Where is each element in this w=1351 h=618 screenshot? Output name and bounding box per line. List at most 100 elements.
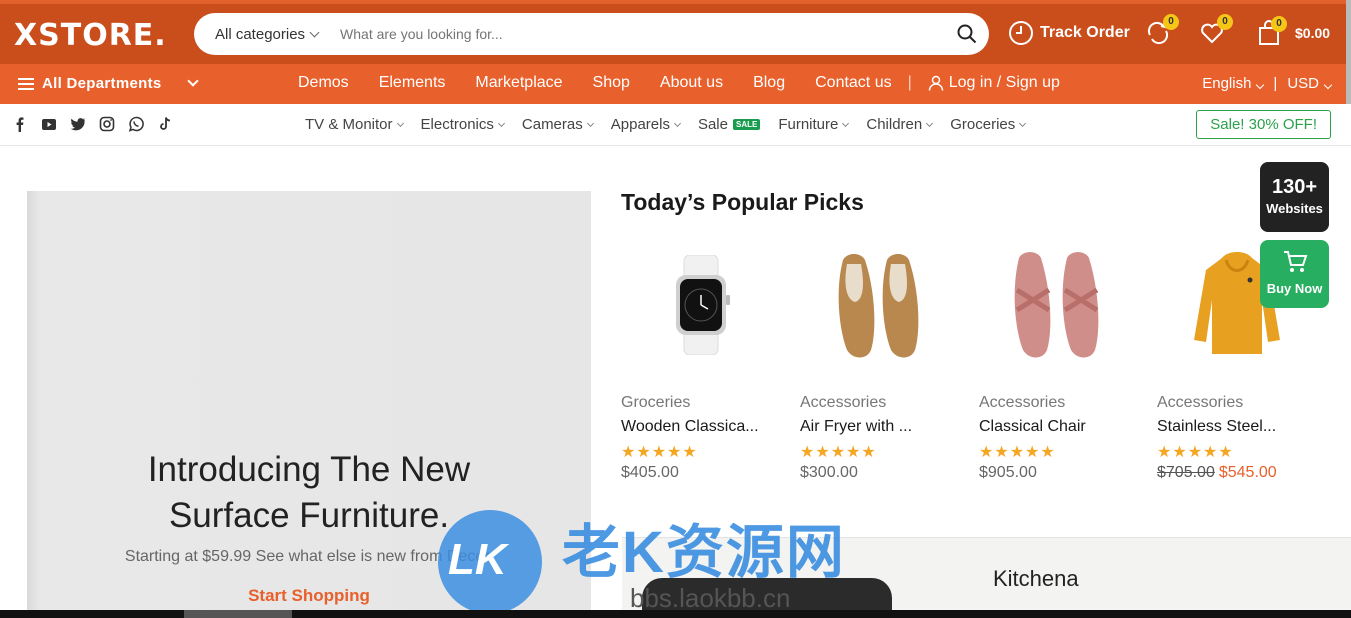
login-label: Log in / Sign up [948,74,1060,91]
social-links [12,116,173,132]
cart-count-badge: 0 [1271,16,1287,32]
nav-divider: | [907,74,912,91]
sale-price: $545.00 [1218,464,1277,481]
sale-promo-button[interactable]: Sale! 30% OFF! [1196,110,1331,139]
star-rating: ★★★★★ [800,444,877,461]
old-price: $705.00 [1157,464,1215,481]
product-image-shoes[interactable] [800,240,960,370]
chevron-down-icon[interactable] [187,75,199,87]
product-card[interactable]: Groceries Wooden Classica... ★★★★★ $405.… [621,240,781,482]
nav-item-demos[interactable]: Demos [298,74,349,92]
cart-total: $0.00 [1295,25,1331,41]
kitchen-banner-title: Kitchena [993,566,1079,591]
locale-divider: | [1273,75,1278,92]
websites-count: 130+ [1271,176,1318,198]
site-logo[interactable]: XSTORE. [14,18,167,53]
kitchen-banner[interactable]: Kitchena [622,537,1351,618]
category-cameras[interactable]: Cameras [521,116,594,133]
sale-badge: SALE [732,119,761,130]
product-name[interactable]: Stainless Steel... [1157,418,1317,436]
category-label: Groceries [950,116,1016,133]
nav-item-shop[interactable]: Shop [593,74,630,92]
chevron-down-icon [309,27,320,37]
category-apparels[interactable]: Apparels [610,116,681,133]
scrollbar[interactable] [1346,0,1351,104]
main-navigation: All Departments Demos Elements Marketpla… [0,64,1351,104]
star-rating: ★★★★★ [621,444,698,461]
nav-item-blog[interactable]: Blog [753,74,785,92]
nav-item-about-us[interactable]: About us [660,74,723,92]
websites-badge[interactable]: 130+ Websites [1260,162,1329,232]
search-category-select[interactable]: All categories [215,25,320,43]
category-groceries[interactable]: Groceries [950,116,1027,133]
product-image-watch[interactable] [621,240,781,370]
hero-title-line1: Introducing The New [147,450,471,489]
top-header: XSTORE. All categories Track Order 0 0 0… [0,0,1351,64]
category-label: Apparels [610,116,670,133]
category-label: Cameras [521,116,583,133]
chevron-down-icon [842,119,850,127]
category-label: Furniture [778,116,839,133]
category-tv-monitor[interactable]: TV & Monitor [305,116,404,133]
nav-item-marketplace[interactable]: Marketplace [475,74,562,92]
category-label: Sale [697,116,728,133]
whatsapp-icon[interactable] [128,116,144,132]
nav-item-contact-us[interactable]: Contact us [815,74,891,92]
category-children[interactable]: Children [866,116,934,133]
category-menu: TV & Monitor Electronics Cameras Apparel… [305,116,1027,133]
menu-icon [18,77,34,90]
track-order-link[interactable]: Track Order [1008,20,1130,46]
search-input[interactable] [340,26,921,42]
facebook-icon[interactable] [12,116,28,132]
product-category: Accessories [1157,394,1244,411]
youtube-icon[interactable] [41,116,57,132]
cart-button[interactable]: 0 $0.00 [1257,16,1331,46]
chevron-down-icon [673,119,681,127]
category-label: Children [866,116,923,133]
instagram-icon[interactable] [99,116,115,132]
category-furniture[interactable]: Furniture [778,116,850,133]
buy-now-label: Buy Now [1266,281,1323,296]
nav-item-elements[interactable]: Elements [379,74,446,92]
chevron-down-icon [1019,119,1027,127]
currency-select[interactable]: USD [1287,75,1333,92]
compare-count-badge: 0 [1163,14,1179,30]
clock-icon [1009,21,1033,45]
currency-label: USD [1287,75,1319,92]
hero-title-line2: Surface Furniture. [168,496,450,535]
locale-switchers: English | USD [1202,75,1333,92]
product-image-sandals[interactable] [979,240,1139,370]
smartwatch-image [676,255,730,355]
category-sale[interactable]: Sale SALE [697,116,761,133]
websites-label: Websites [1266,201,1323,216]
cart-icon [1283,251,1307,272]
all-departments-button[interactable]: All Departments [18,75,162,92]
chevron-down-icon [586,119,594,127]
product-name[interactable]: Classical Chair [979,418,1139,436]
login-link[interactable]: Log in / Sign up [928,74,1060,92]
chevron-down-icon [497,119,505,127]
product-name[interactable]: Air Fryer with ... [800,418,960,436]
category-electronics[interactable]: Electronics [420,116,505,133]
search-icon[interactable] [957,24,977,44]
language-select[interactable]: English [1202,75,1265,92]
start-shopping-link[interactable]: Start Shopping [27,586,591,606]
chevron-down-icon [926,119,934,127]
wishlist-button[interactable]: 0 [1199,14,1233,46]
hero-subtitle: Starting at $59.99 See what else is new … [124,548,494,565]
tiktok-icon[interactable] [157,116,173,132]
product-card[interactable]: Accessories Classical Chair ★★★★★ $905.0… [979,240,1139,482]
all-departments-label: All Departments [42,75,162,92]
category-label: Electronics [420,116,494,133]
product-category: Groceries [621,394,691,411]
language-label: English [1202,75,1252,92]
loafers-image [838,254,919,358]
product-card[interactable]: Accessories Air Fryer with ... ★★★★★ $30… [800,240,960,482]
product-name[interactable]: Wooden Classica... [621,418,781,436]
product-price: $705.00 $545.00 [1157,464,1317,482]
twitter-icon[interactable] [70,116,86,132]
buy-now-button[interactable]: Buy Now [1260,240,1329,308]
compare-button[interactable]: 0 [1145,14,1179,46]
search-category-label: All categories [215,25,306,43]
product-category: Accessories [979,394,1066,411]
